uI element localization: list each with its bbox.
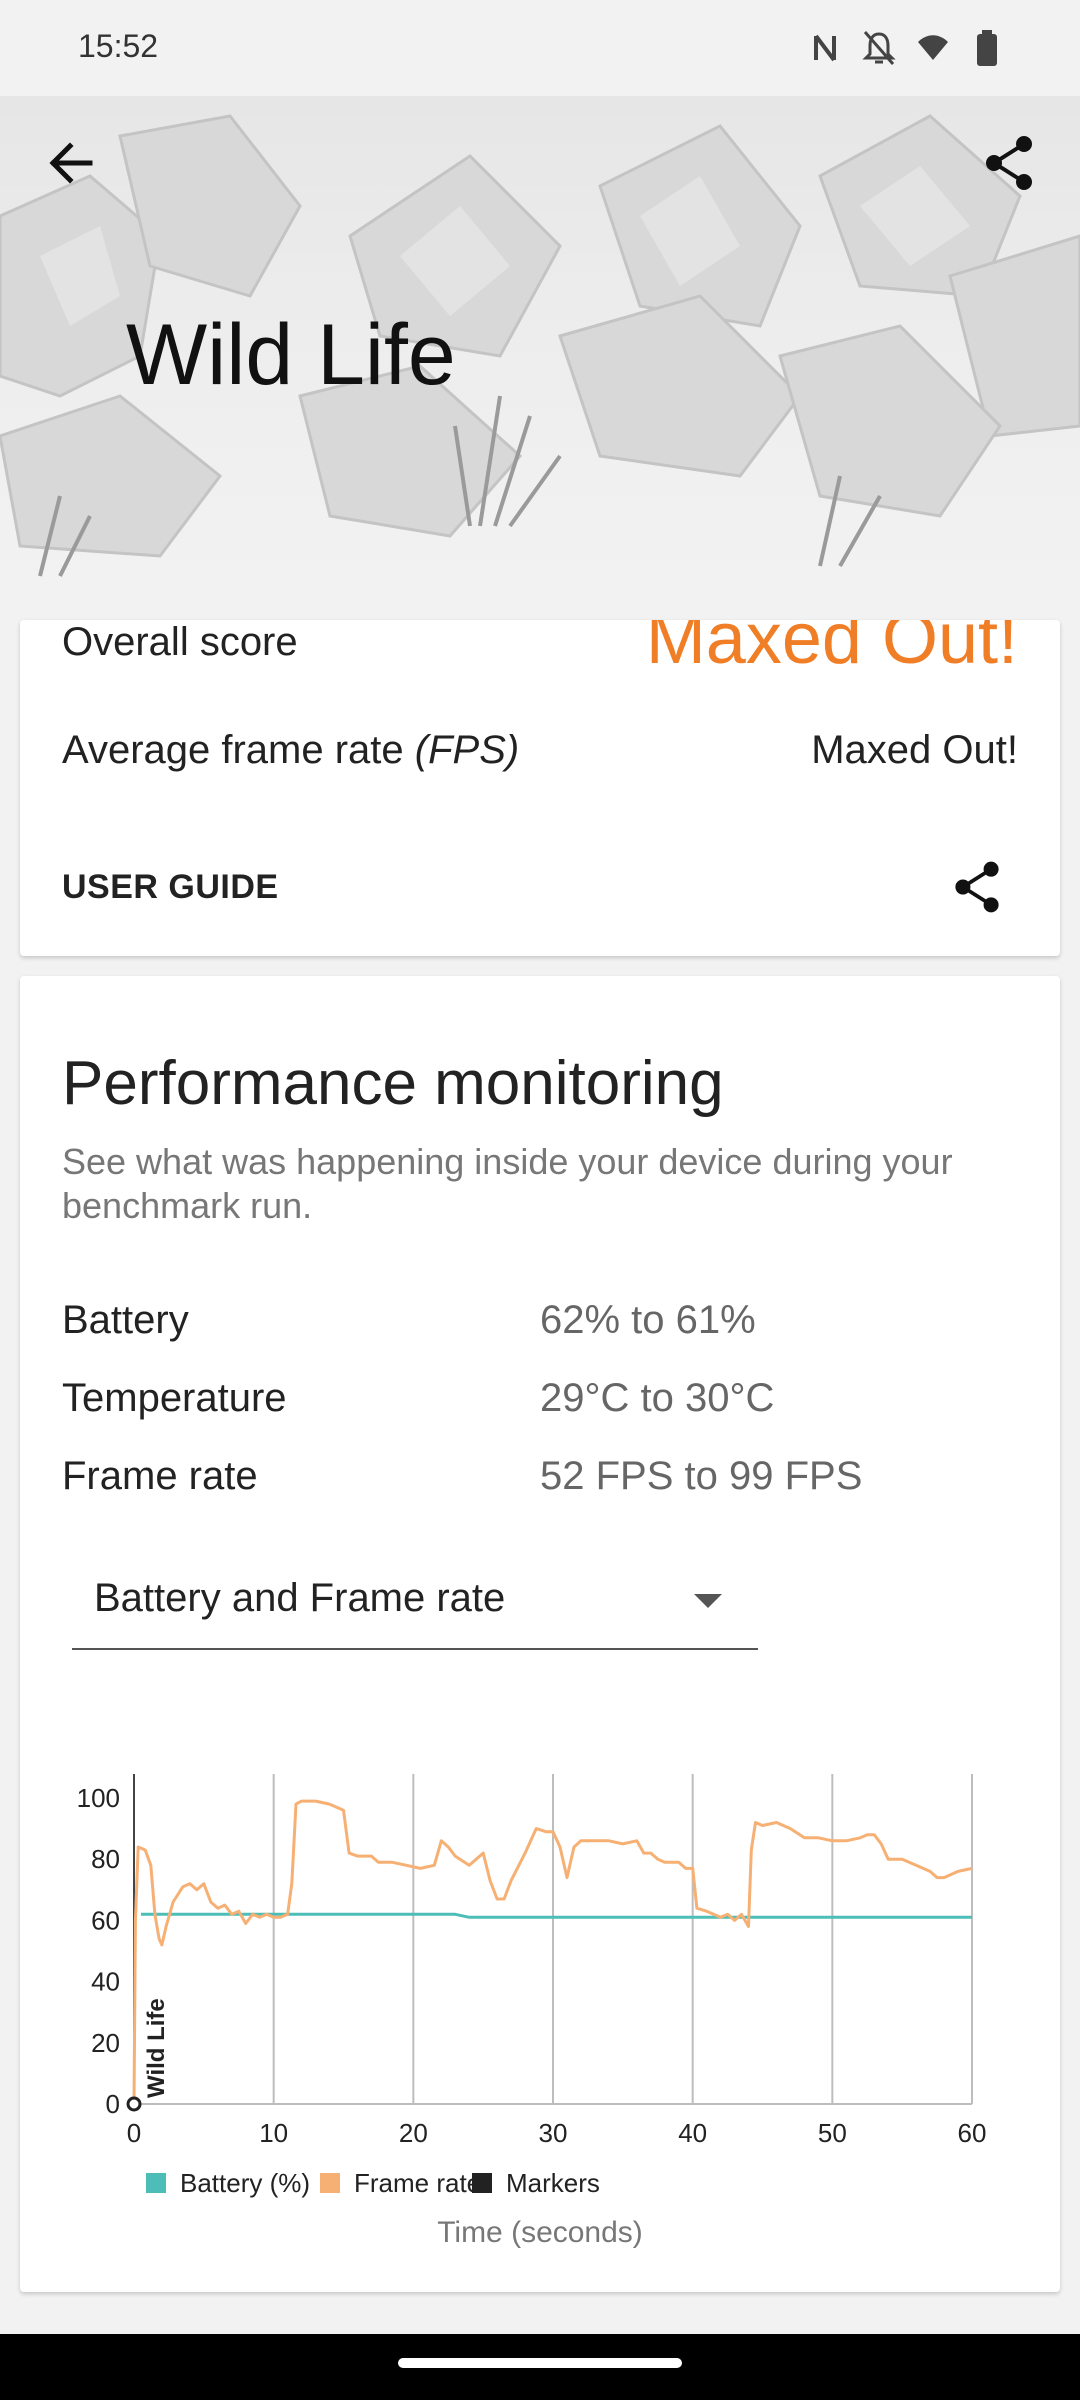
chart-legend-swatch xyxy=(320,2173,340,2193)
overall-score-value: Maxed Out! xyxy=(645,620,1018,679)
chart-legend-swatch xyxy=(472,2173,492,2193)
chart-y-tick-label: 100 xyxy=(77,1783,120,1813)
overall-score-label: Overall score xyxy=(62,620,298,664)
average-fps-label: Average frame rate (FPS) xyxy=(62,728,519,773)
chart-legend-label: Battery (%) xyxy=(180,2168,310,2198)
back-button[interactable] xyxy=(40,130,106,196)
chart-x-axis-label: Time (seconds) xyxy=(437,2216,643,2249)
average-fps-label-unit: (FPS) xyxy=(414,728,520,772)
page-title: Wild Life xyxy=(126,307,456,403)
status-bar: 15:52 xyxy=(0,0,1080,96)
share-icon xyxy=(955,861,999,913)
performance-card: Performance monitoring See what was happ… xyxy=(20,976,1060,2292)
user-guide-button[interactable]: USER GUIDE xyxy=(62,868,279,907)
chart-x-tick-label: 30 xyxy=(539,2118,568,2148)
chart-y-tick-label: 40 xyxy=(91,1967,120,1997)
performance-chart: 0 10 20 30 40 50 60 0 20 40 60 80 100 Wild Life Batter… xyxy=(77,1774,987,2249)
chart-x-tick-label: 10 xyxy=(259,2118,288,2148)
chart-x-tick-label: 20 xyxy=(399,2118,428,2148)
wifi-icon xyxy=(916,28,950,68)
chart-marker-label: Wild Life xyxy=(143,1998,170,2098)
chart-legend-swatch xyxy=(146,2173,166,2193)
navigation-bar xyxy=(0,2334,1080,2400)
average-fps-label-text: Average frame rate xyxy=(62,728,415,772)
chart-legend-label: Frame rate xyxy=(354,2168,481,2198)
battery-icon xyxy=(970,28,1004,68)
app-screen: { "status_bar": { "time": "15:52", "icon… xyxy=(0,0,1080,2400)
chart-y-tick-label: 60 xyxy=(91,1905,120,1935)
home-gesture-handle[interactable] xyxy=(398,2358,682,2368)
status-time: 15:52 xyxy=(78,28,159,64)
chart-legend-label: Markers xyxy=(506,2168,600,2198)
chart-y-tick-label: 20 xyxy=(91,2028,120,2058)
header-share-button[interactable] xyxy=(976,130,1042,196)
chart-x-tick-label: 60 xyxy=(958,2118,987,2148)
share-icon xyxy=(986,136,1032,190)
score-share-button[interactable] xyxy=(946,856,1008,918)
chart-x-tick-label: 40 xyxy=(678,2118,707,2148)
chart-x-tick-label: 50 xyxy=(818,2118,847,2148)
chart-x-tick-label: 0 xyxy=(127,2118,141,2148)
chart-y-tick-label: 80 xyxy=(91,1844,120,1874)
average-fps-value: Maxed Out! xyxy=(811,728,1018,772)
status-icons xyxy=(808,28,1004,68)
chart-y-tick-label: 0 xyxy=(106,2089,120,2119)
nfc-icon xyxy=(808,28,842,68)
bell-off-icon xyxy=(862,28,896,68)
header-banner: Wild Life xyxy=(0,96,1080,626)
arrow-back-icon xyxy=(49,142,93,184)
chart-marker-point xyxy=(126,2096,142,2112)
score-card: Overall score Maxed Out! Average frame r… xyxy=(20,620,1060,956)
